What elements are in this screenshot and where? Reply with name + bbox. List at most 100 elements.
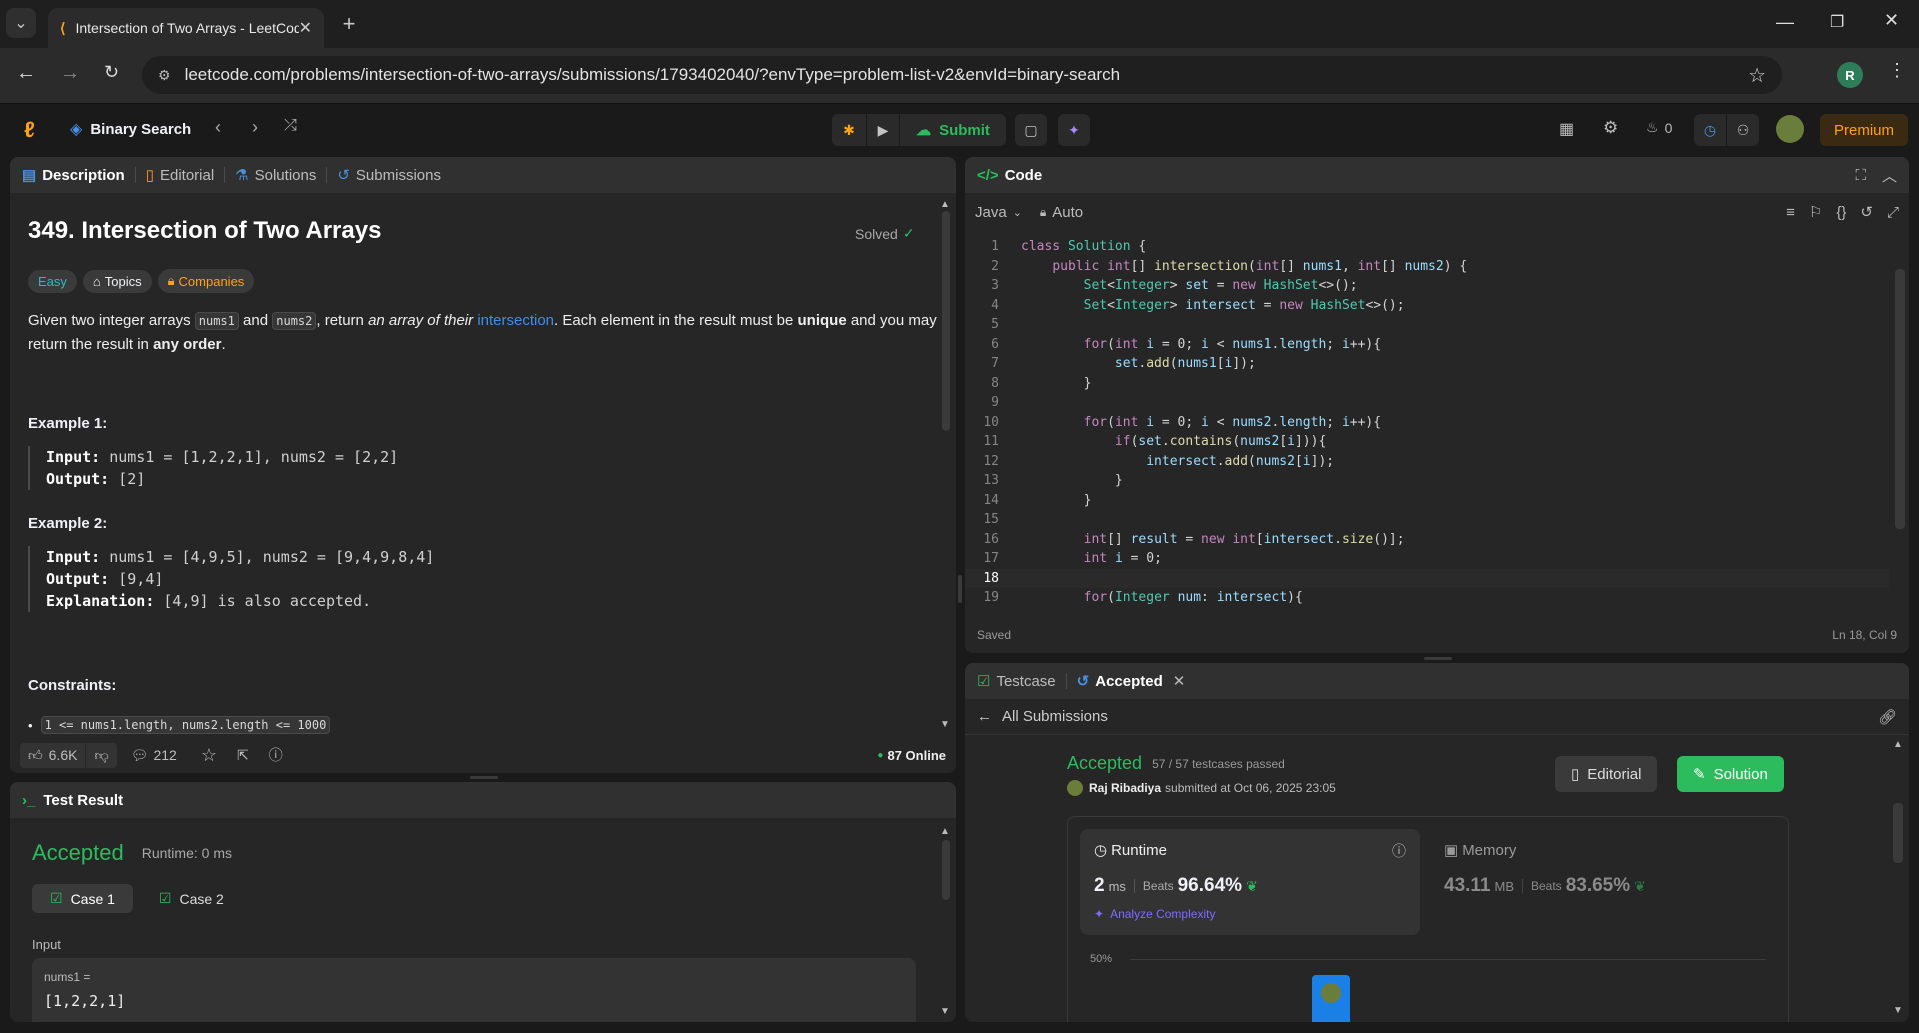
description-scrollbar[interactable] — [942, 211, 950, 431]
topics-pill[interactable]: ⌂ Topics — [82, 269, 152, 293]
forward-icon[interactable]: → — [60, 62, 80, 85]
statement-bold: unique — [797, 312, 847, 329]
example2-title: Example 2: — [28, 515, 108, 532]
scroll-up-icon[interactable]: ▲ — [940, 199, 950, 210]
runtime-header: ◷ Runtime — [1094, 841, 1167, 860]
case-2-tab[interactable]: ☑ Case 2 — [141, 884, 242, 913]
analyze-complexity-link[interactable]: ✦ Analyze Complexity — [1094, 907, 1215, 921]
minimize-icon[interactable]: — — [1776, 12, 1794, 33]
layout-grid-icon[interactable]: ▦ — [1559, 119, 1574, 139]
reset-icon[interactable]: ↺ — [1860, 203, 1873, 221]
language-select[interactable]: Java ⌄ — [975, 204, 1022, 221]
premium-button[interactable]: Premium — [1820, 114, 1909, 146]
comments-button[interactable]: 💬︎ 212 — [131, 747, 177, 764]
leetcode-logo-icon[interactable]: ℓ — [24, 117, 35, 143]
intersection-link[interactable]: intersection — [477, 312, 554, 329]
browser-tab[interactable]: ⟨ Intersection of Two Arrays - LeetCode … — [48, 8, 324, 48]
tab-solutions[interactable]: ⚗ Solutions — [235, 166, 316, 185]
star-icon[interactable]: ☆ — [201, 745, 217, 766]
link-icon[interactable]: 🔗︎ — [1878, 708, 1897, 726]
tab-editorial[interactable]: ▯ Editorial — [146, 166, 214, 185]
notes-button[interactable]: ▢ — [1015, 114, 1047, 146]
profile-avatar[interactable]: R — [1837, 62, 1863, 88]
code-line: 14 } — [965, 491, 1889, 511]
format-icon[interactable]: ≡ — [1786, 204, 1795, 221]
url-field[interactable]: ⚙ leetcode.com/problems/intersection-of-… — [142, 56, 1782, 94]
window-close-icon[interactable]: ✕ — [1884, 10, 1899, 31]
help-icon[interactable]: ⓘ — [269, 745, 283, 765]
scroll-down-icon[interactable]: ▼ — [1893, 1005, 1903, 1016]
tab-accepted[interactable]: ↺ Accepted — [1077, 672, 1163, 691]
thumbs-up-icon: 👍︎ — [28, 746, 43, 763]
all-submissions-link[interactable]: All Submissions — [1002, 708, 1108, 725]
code-panel: </> Code ⛶ ︿ Java ⌄ 🔒︎ Auto ≡ ⚐ {} ↺ ⤢ 1 cl… — [965, 157, 1909, 653]
memory-card[interactable]: ▣ Memory 43.11 MB Beats 83.65% ❦ — [1438, 829, 1778, 935]
settings-gear-icon[interactable]: ⚙ — [1603, 118, 1618, 138]
sparkle-icon: ✦ — [1094, 907, 1105, 921]
maximize-icon[interactable]: ⛶ — [1855, 167, 1866, 184]
user-avatar[interactable] — [1776, 115, 1804, 143]
case-1-tab[interactable]: ☑ Case 1 — [32, 884, 133, 913]
run-button[interactable]: ▶ — [867, 114, 899, 146]
submission-scrollbar[interactable] — [1893, 803, 1903, 863]
vertical-resize-handle[interactable] — [958, 575, 962, 603]
horizontal-resize-handle[interactable] — [1424, 657, 1452, 660]
scroll-down-icon[interactable]: ▼ — [940, 1006, 950, 1017]
like-button[interactable]: 👍︎ 6.6K — [20, 742, 86, 768]
companies-pill[interactable]: 🔒︎ Companies — [157, 269, 255, 293]
expand-icon[interactable]: ⤢ — [1887, 204, 1899, 221]
test-result-scrollbar[interactable] — [942, 840, 950, 900]
test-result-title: Test Result — [43, 791, 124, 809]
tab-description[interactable]: ▤ Description — [22, 166, 125, 185]
back-icon[interactable]: ← — [16, 62, 36, 85]
tab-submissions[interactable]: ↺ Submissions — [337, 166, 441, 185]
ai-assist-button[interactable]: ✦ — [1058, 114, 1090, 146]
code-editor[interactable]: 1 class Solution {2 public int[] intersec… — [965, 237, 1889, 605]
invite-button[interactable]: ⚇ — [1727, 114, 1759, 146]
site-info-icon[interactable]: ⚙ — [158, 67, 171, 84]
share-icon[interactable]: ⇱ — [237, 747, 249, 764]
case-1-label: Case 1 — [70, 890, 115, 907]
submission-status-row: Accepted 57 / 57 testcases passed — [1067, 753, 1285, 774]
scroll-up-icon[interactable]: ▲ — [940, 826, 950, 837]
new-tab-icon[interactable]: + — [334, 9, 364, 39]
distribution-bar[interactable] — [1312, 975, 1350, 1022]
braces-icon[interactable]: {} — [1836, 204, 1846, 221]
next-problem-icon[interactable]: › — [252, 117, 258, 138]
back-arrow-icon[interactable]: ← — [977, 708, 992, 725]
explanation-label: Explanation: — [46, 592, 155, 610]
scroll-up-icon[interactable]: ▲ — [1893, 739, 1903, 750]
info-icon[interactable]: ⓘ — [1392, 841, 1406, 861]
code-scrollbar[interactable] — [1895, 269, 1905, 529]
tab-close-icon[interactable]: ✕ — [299, 18, 312, 38]
streak-counter[interactable]: ♨ 0 — [1646, 119, 1672, 136]
timer-button[interactable]: ◷ — [1694, 114, 1726, 146]
submitter-name[interactable]: Raj Ribadiya — [1089, 781, 1161, 795]
reload-icon[interactable]: ↻ — [104, 62, 119, 83]
browser-menu-icon[interactable]: ⋮ — [1888, 60, 1906, 81]
solution-button[interactable]: ✎ Solution — [1677, 756, 1784, 792]
submit-button[interactable]: ☁ Submit — [900, 114, 1006, 146]
scroll-down-icon[interactable]: ▼ — [940, 719, 950, 730]
tab-testcase[interactable]: ☑ Testcase — [977, 672, 1056, 691]
horizontal-resize-handle[interactable] — [470, 776, 498, 779]
restore-icon[interactable]: ❐ — [1830, 12, 1844, 32]
auto-mode-toggle[interactable]: 🔒︎ Auto — [1040, 204, 1083, 221]
prev-problem-icon[interactable]: ‹ — [215, 117, 221, 138]
beats-label: Beats — [1142, 879, 1174, 893]
bookmark-star-icon[interactable]: ☆ — [1748, 63, 1766, 88]
debug-button[interactable]: ✱ — [832, 114, 866, 146]
runtime-label: Runtime — [1111, 841, 1167, 859]
difficulty-badge[interactable]: Easy — [28, 269, 77, 293]
bookmark-icon[interactable]: ⚐ — [1809, 203, 1822, 221]
close-tab-icon[interactable]: ✕ — [1173, 672, 1186, 690]
collapse-icon[interactable]: ︿ — [1882, 165, 1897, 186]
submitted-time: submitted at Oct 06, 2025 23:05 — [1165, 781, 1336, 795]
shuffle-icon[interactable]: ⤮ — [284, 117, 297, 135]
editorial-button[interactable]: ▯ Editorial — [1555, 756, 1658, 792]
dislike-button[interactable]: 👎︎ — [86, 742, 117, 768]
online-indicator: ● 87 Online — [877, 748, 946, 763]
tab-search-icon[interactable]: ⌄ — [6, 8, 36, 38]
problem-list-link[interactable]: ◈ Binary Search — [70, 119, 191, 139]
runtime-card[interactable]: ◷ Runtime ⓘ 2 ms Beats 96.64% ❦ ✦ Analyze … — [1080, 829, 1420, 935]
